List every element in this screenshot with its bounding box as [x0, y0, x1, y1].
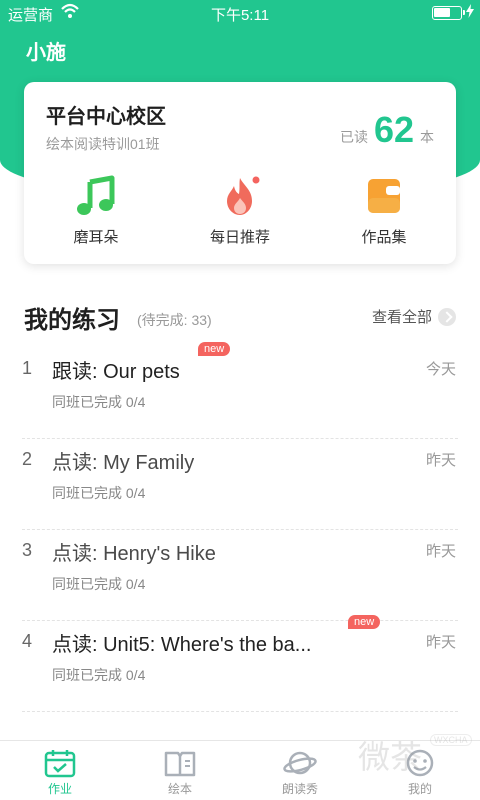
tab-label: 作业	[47, 782, 72, 796]
new-badge: new	[348, 615, 381, 629]
read-count-summary: 已读 62 本	[340, 112, 434, 148]
view-all-label: 查看全部	[371, 309, 432, 326]
exercise-item[interactable]: 4 点读: Unit5: Where's the ba... new 同班已完成…	[22, 615, 458, 712]
exercise-progress: 同班已完成 0/4	[52, 576, 146, 592]
exercise-index: 4	[22, 631, 33, 651]
tab-mine[interactable]: 我的	[360, 741, 480, 800]
feature-label: 每日推荐	[209, 229, 270, 246]
exercise-index: 2	[22, 449, 33, 469]
chevron-right-icon	[438, 307, 456, 326]
exercise-title: 跟读: Our pets	[52, 361, 180, 383]
smiley-icon	[403, 748, 437, 778]
feature-daily-recommend[interactable]: 每日推荐	[180, 174, 300, 247]
exercise-progress: 同班已完成 0/4	[52, 667, 146, 683]
exercise-date: 昨天	[425, 452, 456, 469]
exercise-date: 昨天	[425, 634, 456, 651]
exercise-title: 点读: Henry's Hike	[52, 543, 216, 565]
status-bar: 运营商 下午5:11	[0, 0, 480, 26]
exercise-item[interactable]: 1 跟读: Our pets new 同班已完成 0/4 今天	[22, 342, 458, 439]
read-label: 已读	[339, 129, 368, 145]
campus-name: 平台中心校区	[46, 106, 166, 128]
exercise-index: 1	[22, 358, 33, 378]
view-all-button[interactable]: 查看全部	[372, 306, 456, 327]
battery-icon	[432, 6, 465, 20]
new-badge: new	[198, 342, 231, 356]
exercise-date: 今天	[425, 361, 456, 378]
planet-icon	[283, 748, 317, 778]
tab-label: 我的	[407, 782, 432, 796]
exercise-title: 点读: Unit5: Where's the ba...	[52, 634, 312, 656]
pending-count: (待完成: 33)	[137, 312, 212, 328]
class-name: 绘本阅读特训01班	[46, 136, 160, 152]
tab-label: 绘本	[167, 782, 192, 796]
exercise-progress: 同班已完成 0/4	[52, 394, 146, 410]
exercise-item[interactable]: 2 点读: My Family 同班已完成 0/4 昨天	[22, 439, 458, 530]
clock: 下午5:11	[210, 7, 270, 24]
feature-mo-er-duo[interactable]: 磨耳朵	[36, 174, 156, 247]
feature-portfolio[interactable]: 作品集	[324, 174, 444, 247]
page-title: 小施	[26, 42, 66, 64]
tab-label: 朗读秀	[281, 782, 318, 796]
feature-label: 作品集	[361, 229, 407, 246]
calendar-check-icon	[43, 748, 77, 778]
wallet-icon	[362, 174, 406, 218]
book-icon	[163, 748, 197, 778]
exercise-item[interactable]: 3 点读: Henry's Hike 同班已完成 0/4 昨天	[22, 530, 458, 621]
tab-bar: 作业 绘本 朗读秀 我的	[0, 740, 480, 800]
exercise-progress: 同班已完成 0/4	[52, 485, 146, 501]
exercise-index: 3	[22, 540, 33, 560]
tab-picture-books[interactable]: 绘本	[120, 741, 240, 800]
flame-icon	[218, 174, 262, 218]
read-count: 62	[373, 109, 414, 150]
charging-icon	[466, 4, 474, 22]
read-unit: 本	[420, 129, 434, 145]
class-summary-card: 平台中心校区 绘本阅读特训01班 已读 62 本 磨耳朵 每日推荐 作品集	[24, 82, 456, 264]
exercise-title: 点读: My Family	[52, 452, 195, 474]
music-note-icon	[74, 174, 118, 218]
tab-homework[interactable]: 作业	[0, 741, 120, 800]
exercise-date: 昨天	[425, 543, 456, 560]
section-title: 我的练习	[24, 307, 120, 334]
feature-label: 磨耳朵	[73, 229, 119, 246]
tab-reading-show[interactable]: 朗读秀	[240, 741, 360, 800]
